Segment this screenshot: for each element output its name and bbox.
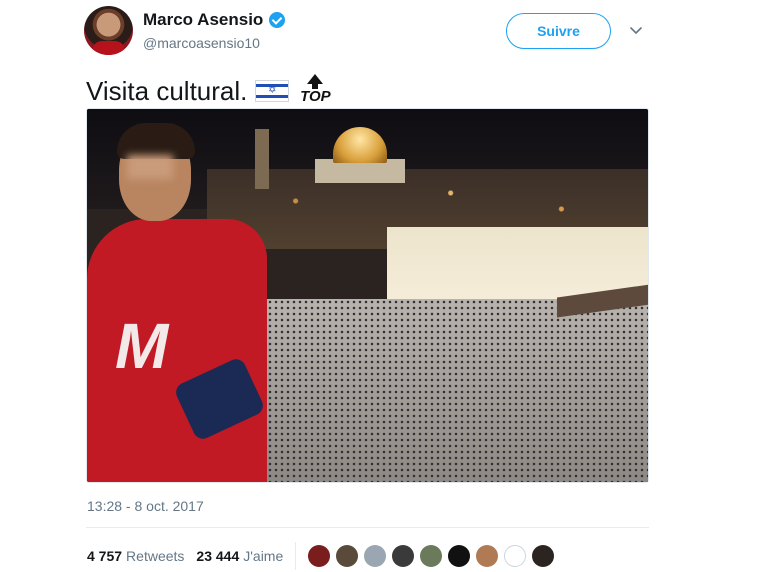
israel-flag-icon: ✡: [255, 80, 290, 102]
avatar[interactable]: [84, 6, 133, 55]
photo-person-hair: [117, 123, 195, 159]
tweet-text: Visita cultural. ✡ TOP: [86, 74, 333, 108]
verified-badge-icon: [269, 12, 286, 28]
display-name[interactable]: Marco Asensio: [143, 10, 263, 30]
photo-face-blur: [127, 155, 173, 179]
liker-avatar[interactable]: [308, 545, 331, 567]
likes-label[interactable]: J'aime: [243, 548, 283, 564]
likes-count[interactable]: 23 444: [196, 548, 239, 564]
liker-avatar[interactable]: [392, 545, 415, 567]
photo-shirt-logo: M: [115, 310, 169, 382]
photo-minaret: [255, 129, 269, 189]
avatar-shirt: [92, 41, 125, 55]
liker-avatar[interactable]: [504, 545, 527, 567]
tweet-photo[interactable]: M: [86, 108, 649, 483]
retweets-label[interactable]: Retweets: [126, 548, 184, 564]
liker-avatar[interactable]: [448, 545, 471, 567]
photo-person-shirt: [87, 219, 267, 482]
liker-avatar[interactable]: [420, 545, 443, 567]
tweet-stats: 4 757 Retweets 23 444 J'aime: [87, 542, 555, 570]
retweets-count[interactable]: 4 757: [87, 548, 122, 564]
name-row: Marco Asensio: [143, 10, 286, 30]
user-handle[interactable]: @marcoasensio10: [143, 35, 260, 51]
top-arrow-icon: TOP: [297, 74, 333, 108]
stats-separator: [295, 542, 297, 570]
likers-list: [308, 545, 555, 567]
flag-star-icon: ✡: [268, 84, 277, 96]
liker-avatar[interactable]: [364, 545, 387, 567]
follow-button[interactable]: Suivre: [506, 13, 611, 49]
tweet-text-body: Visita cultural.: [86, 75, 248, 106]
tweet-timestamp[interactable]: 13:28 - 8 oct. 2017: [87, 498, 204, 514]
chevron-down-icon[interactable]: [629, 24, 643, 38]
top-arrow-word: TOP: [300, 88, 331, 105]
photo-crowded-plaza: [207, 299, 648, 482]
divider: [86, 527, 649, 528]
liker-avatar[interactable]: [476, 545, 499, 567]
liker-avatar[interactable]: [336, 545, 359, 567]
liker-avatar[interactable]: [532, 545, 555, 567]
